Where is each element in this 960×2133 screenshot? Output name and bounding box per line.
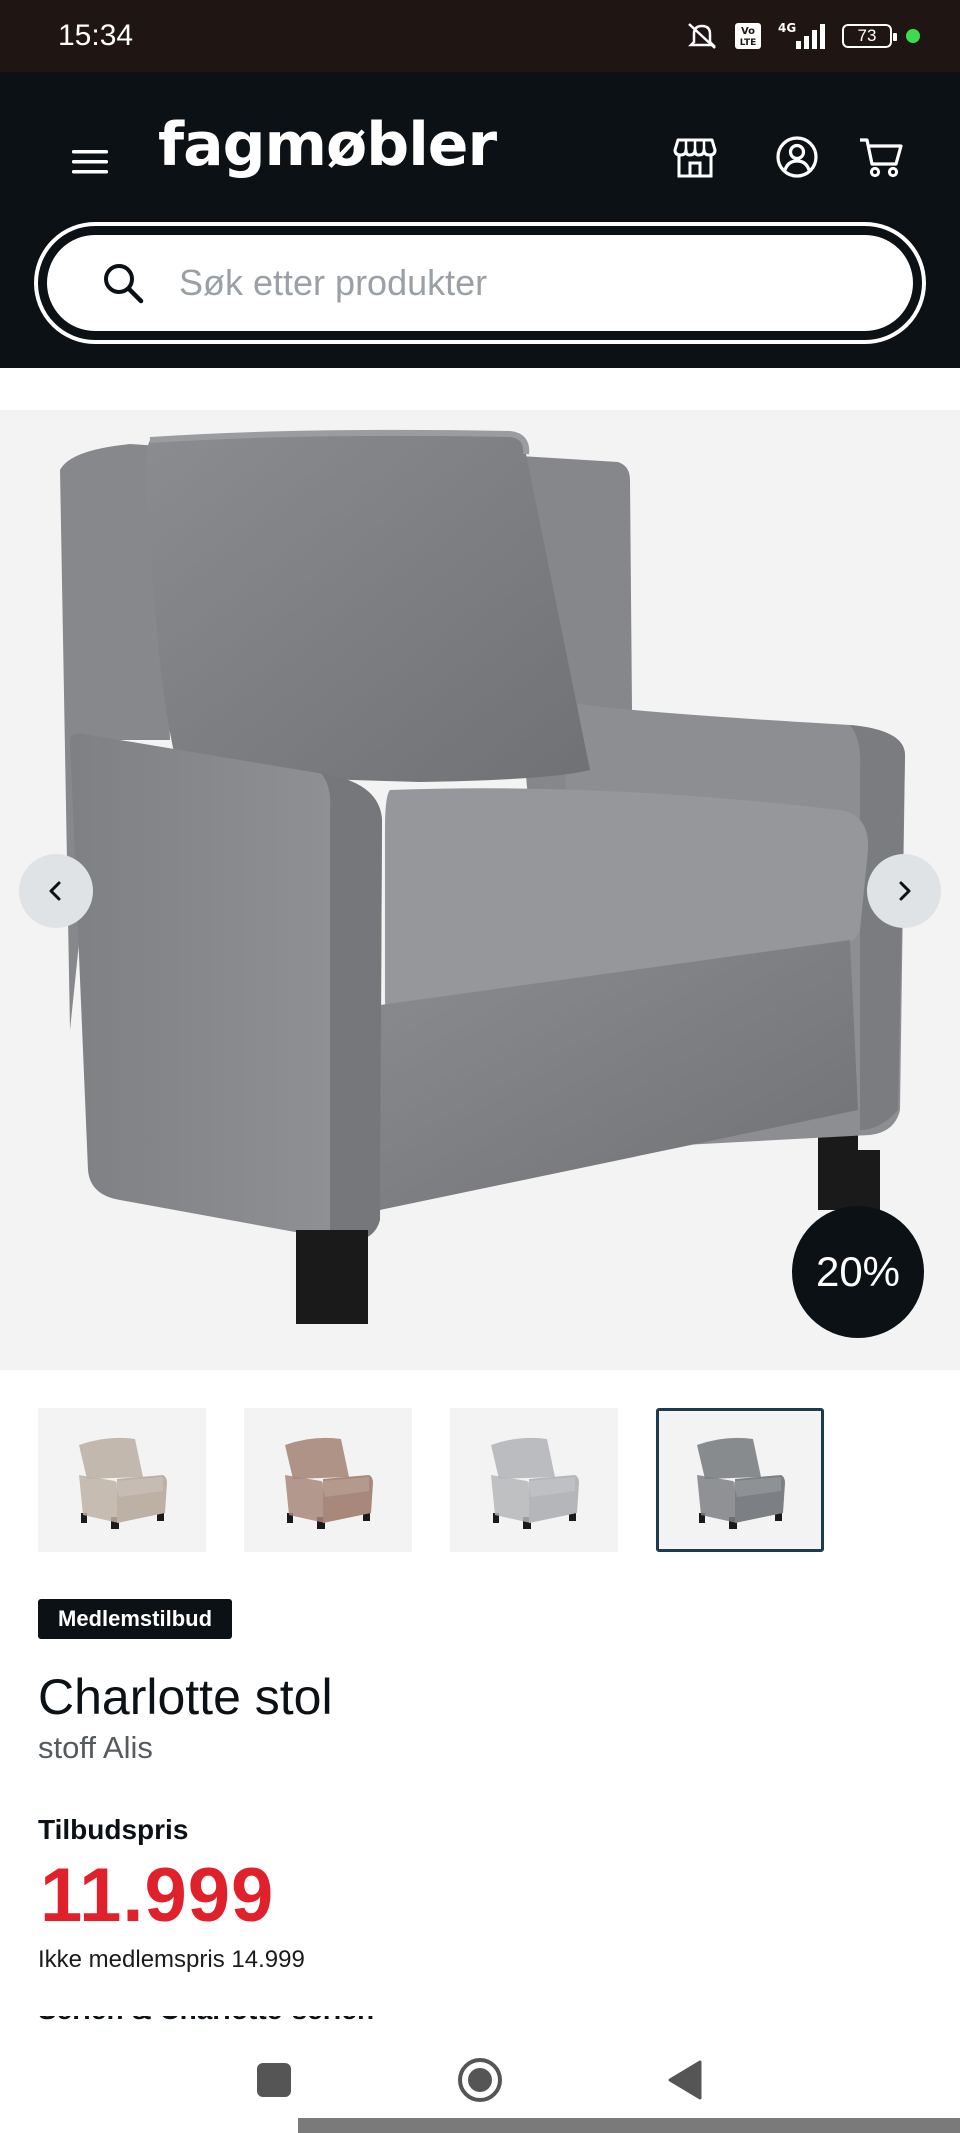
non-member-price: Ikke medlemspris 14.999: [38, 1946, 305, 1973]
product-image-gallery[interactable]: 20%: [0, 410, 960, 1370]
next-image-button[interactable]: [867, 854, 941, 928]
status-time: 15:34: [58, 19, 134, 52]
signal-icon: 4G: [778, 21, 825, 49]
recent-apps-button[interactable]: [244, 2050, 304, 2110]
battery-icon: 73: [842, 24, 897, 48]
thumbnail-chair-image: [697, 1437, 785, 1529]
privacy-indicator-dot: [906, 29, 920, 43]
store-icon[interactable]: [670, 132, 720, 182]
gesture-bar: [298, 2118, 960, 2133]
back-triangle-icon: [668, 2060, 702, 2100]
site-header: fagmøbler: [0, 72, 960, 368]
search-input[interactable]: [177, 261, 881, 305]
chevron-left-icon: [49, 881, 61, 901]
thumbnail-chair-image: [285, 1437, 373, 1529]
home-button[interactable]: [450, 2050, 510, 2110]
product-thumbnail[interactable]: [244, 1408, 412, 1552]
menu-icon[interactable]: [70, 142, 110, 182]
discount-badge: 20%: [792, 1206, 924, 1338]
next-section-heading: Serien & Charlotte-serien: [38, 2016, 418, 2026]
product-subtitle: stoff Alis: [38, 1730, 153, 1765]
cart-icon[interactable]: [856, 132, 906, 182]
search-icon[interactable]: [101, 261, 145, 305]
site-logo[interactable]: fagmøbler: [158, 110, 497, 180]
search-field[interactable]: [44, 232, 916, 334]
offer-price: 11.999: [40, 1853, 275, 1938]
battery-level: 73: [857, 26, 877, 45]
thumbnail-chair-image: [491, 1437, 579, 1529]
volte-icon: Vo LTE: [735, 23, 761, 49]
product-thumbnail[interactable]: [450, 1408, 618, 1552]
member-offer-badge: Medlemstilbud: [38, 1599, 233, 1639]
square-icon: [257, 2063, 291, 2097]
product-title: Charlotte stol: [38, 1669, 333, 1725]
status-bar: 15:34 Vo LTE 4G 73: [0, 0, 960, 72]
product-thumbnail[interactable]: [38, 1408, 206, 1552]
search-bar[interactable]: [34, 222, 926, 344]
thumbnail-chair-image: [79, 1437, 167, 1529]
previous-image-button[interactable]: [19, 854, 93, 928]
svg-text:4G: 4G: [778, 21, 796, 35]
price-label: Tilbudspris: [38, 1814, 189, 1845]
mute-icon: [687, 23, 717, 49]
chevron-right-icon: [899, 881, 911, 901]
next-section-text: Serien & Charlotte-serien: [38, 2016, 374, 2025]
status-icons: Vo LTE 4G 73: [684, 20, 920, 52]
product-thumbnail[interactable]: [656, 1408, 824, 1552]
svg-text:LTE: LTE: [740, 38, 757, 48]
thumbnail-strip: [38, 1408, 824, 1552]
home-circle-icon: [458, 2058, 502, 2102]
back-button[interactable]: [656, 2050, 716, 2110]
account-icon[interactable]: [772, 132, 822, 182]
svg-text:Vo: Vo: [741, 26, 755, 37]
